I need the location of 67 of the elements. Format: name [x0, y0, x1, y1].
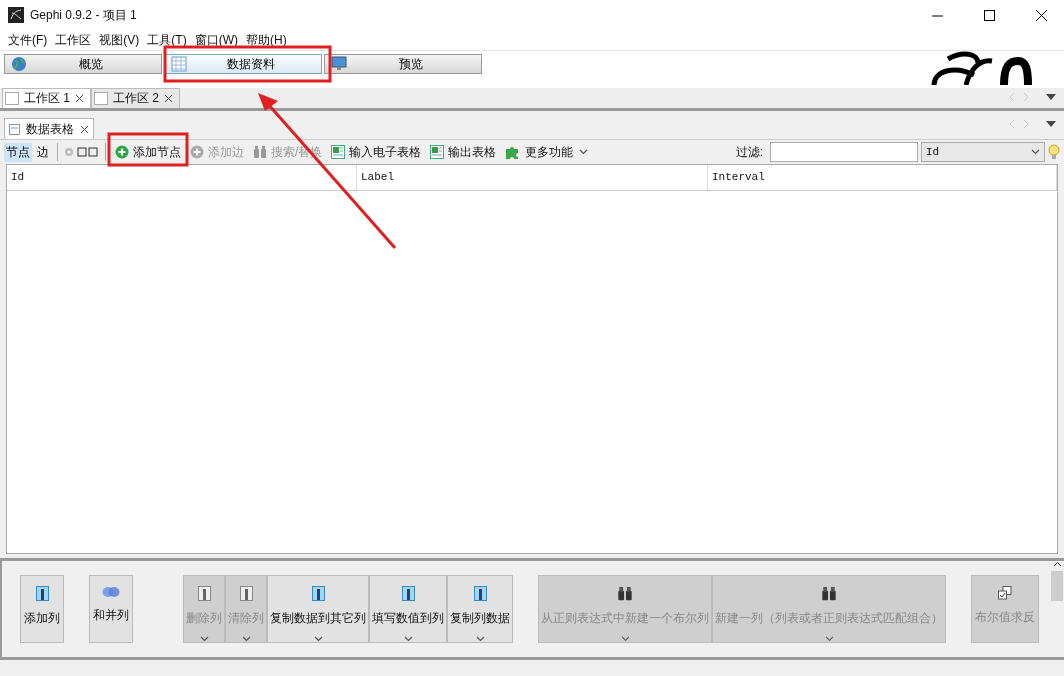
scrollbar-thumb[interactable] [1051, 571, 1063, 601]
chevron-icon [1031, 149, 1040, 155]
spreadsheet-icon [430, 145, 445, 159]
scroll-up-icon[interactable] [1052, 561, 1062, 567]
window-title: Gephi 0.9.2 - 项目 1 [30, 6, 138, 24]
column-icon [35, 586, 49, 601]
close-icon[interactable] [164, 94, 174, 103]
table-icon [9, 123, 20, 135]
column-button[interactable]: 复制数据到其它列 [267, 575, 369, 643]
chevron-icon [199, 636, 209, 642]
columns-icon[interactable] [77, 147, 99, 157]
mode-toggle[interactable]: 边 [35, 142, 51, 162]
column-header[interactable]: Id [7, 165, 357, 190]
chevron-icon [824, 636, 834, 642]
close-icon[interactable] [80, 124, 89, 134]
close-icon[interactable] [75, 94, 84, 103]
binoculars-icon [253, 145, 267, 159]
merge-icon [102, 586, 120, 598]
chevron-icon [313, 636, 323, 642]
chevron-icon [403, 636, 413, 642]
plus-icon [190, 145, 204, 159]
column-icon [197, 586, 211, 601]
toolbar-button[interactable]: 输入电子表格 [328, 142, 425, 162]
toolbar-button[interactable]: 输出表格 [427, 142, 500, 162]
column-icon [401, 586, 415, 601]
close-icon [1035, 9, 1047, 21]
column-button[interactable]: 填写数值到列 [369, 575, 447, 643]
binoculars-icon [617, 586, 633, 602]
checkbox-icon [998, 586, 1012, 600]
chevron-icon [475, 636, 485, 642]
workspace-tab[interactable]: 工作区 1 [2, 88, 91, 108]
panel-tab[interactable]: 数据表格 [4, 118, 94, 139]
column-button[interactable]: 和并列 [89, 575, 133, 643]
binoculars-icon [821, 586, 837, 602]
menu-item[interactable]: 工作区 [51, 31, 96, 49]
chevron-icon [241, 636, 251, 642]
chevron-icon [579, 149, 589, 155]
column-header[interactable]: Label [357, 165, 708, 190]
spreadsheet-icon [331, 145, 346, 159]
perspective-button[interactable]: 数据资料 [164, 54, 322, 74]
filter-field[interactable] [770, 142, 918, 162]
workspace-tab[interactable]: 工作区 2 [91, 88, 181, 108]
monitor-icon [331, 56, 347, 72]
menu-item[interactable]: 窗口(W) [190, 31, 242, 49]
scroll-arrows-icon[interactable] [1008, 92, 1058, 102]
toolbar-button[interactable]: 更多功能 [502, 142, 577, 162]
chevron-icon [620, 636, 630, 642]
column-icon [311, 586, 325, 601]
maximize-icon [983, 9, 995, 21]
plus-icon [115, 145, 129, 159]
column-icon [473, 586, 487, 601]
column-button[interactable]: 添加列 [20, 575, 64, 643]
scroll-arrows-icon[interactable] [1008, 119, 1058, 129]
column-dropdown[interactable]: Id [921, 142, 1045, 162]
perspective-button[interactable]: 预览 [324, 54, 482, 74]
menu-item[interactable]: 文件(F) [4, 31, 52, 49]
column-icon [239, 586, 253, 601]
perspective-button[interactable]: 概览 [4, 54, 162, 74]
menu-item[interactable]: 帮助(H) [242, 31, 291, 49]
filter-label: 过滤: [735, 143, 763, 161]
table-icon [171, 56, 187, 72]
column-button[interactable]: 复制列数据 [447, 575, 513, 643]
column-header[interactable]: Interval [708, 165, 1057, 190]
mode-toggle[interactable]: 节点 [4, 142, 32, 162]
globe-icon [11, 56, 27, 72]
menu-item[interactable]: 视图(V) [95, 31, 144, 49]
toolbar-button[interactable]: 添加节点 [112, 142, 184, 162]
